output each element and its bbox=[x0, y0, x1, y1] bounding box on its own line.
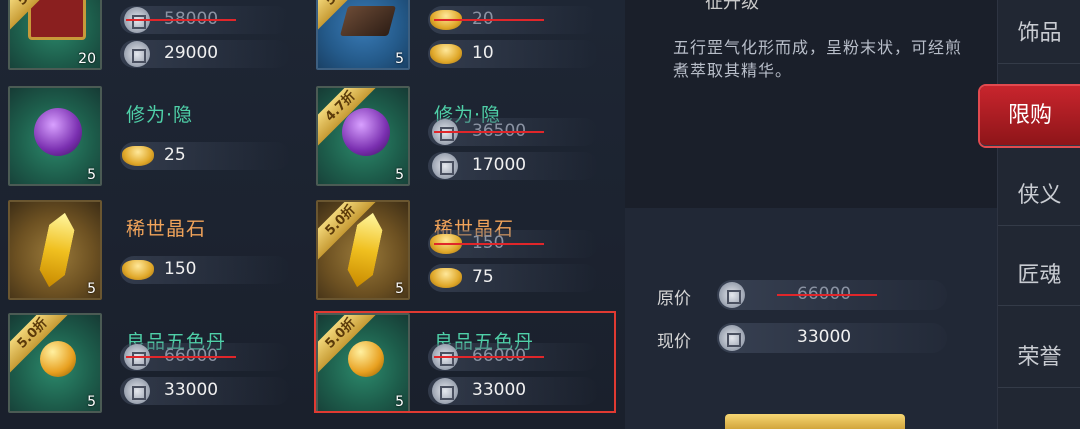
coin-icon bbox=[432, 153, 458, 179]
buy-button[interactable] bbox=[725, 414, 905, 429]
shop-item[interactable]: 5.0折 5 20 10 bbox=[308, 0, 608, 74]
item-name: 修为·隐 bbox=[126, 104, 194, 126]
price-row: 33000 bbox=[120, 377, 290, 405]
detail-current-price: 现价 33000 bbox=[657, 323, 957, 353]
gold-ingot-icon bbox=[122, 146, 154, 166]
item-icon-frame: 5.0折 20 bbox=[8, 0, 102, 70]
price-row: 29000 bbox=[120, 40, 290, 68]
shop-list: 5.0折 20 58000 29000 5.0折 5 20 10 bbox=[0, 0, 625, 429]
original-price-row: 20 bbox=[428, 6, 598, 34]
item-name: 稀世晶石 bbox=[126, 218, 207, 240]
tab-accessories[interactable]: 饰品 bbox=[998, 4, 1080, 64]
item-icon-frame: 4.7折 5 bbox=[316, 86, 410, 186]
original-price-row: 36500 bbox=[428, 118, 598, 146]
strike-line bbox=[434, 19, 544, 21]
strike-line bbox=[434, 243, 544, 245]
tab-chivalry[interactable]: 侠义 bbox=[998, 166, 1080, 226]
item-count: 5 bbox=[87, 281, 96, 297]
item-count: 5 bbox=[87, 167, 96, 183]
price: 150 bbox=[164, 259, 197, 279]
crystal-icon bbox=[36, 210, 77, 290]
purple-orb-icon bbox=[342, 108, 390, 156]
item-count: 5 bbox=[87, 394, 96, 410]
price: 10 bbox=[472, 43, 494, 63]
original-price-label: 原价 bbox=[657, 289, 691, 309]
item-count: 5 bbox=[395, 281, 404, 297]
gold-ingot-icon bbox=[430, 268, 462, 288]
price: 17000 bbox=[472, 155, 527, 175]
price-row: 150 bbox=[120, 256, 290, 284]
shop-item[interactable]: 5.0折 5 良品五色丹 66000 33000 bbox=[0, 313, 300, 417]
coin-icon bbox=[124, 378, 150, 404]
gold-ingot-icon bbox=[430, 44, 462, 64]
item-icon-frame: 5.0折 5 bbox=[316, 0, 410, 70]
gold-ingot-icon bbox=[122, 260, 154, 280]
tab-limited[interactable]: 限购 bbox=[980, 86, 1080, 146]
shop-item[interactable]: 5.0折 20 58000 29000 bbox=[0, 0, 300, 74]
price: 75 bbox=[472, 267, 494, 287]
coin-icon bbox=[124, 41, 150, 67]
original-price-row: 66000 bbox=[120, 343, 290, 371]
item-count: 20 bbox=[78, 51, 96, 67]
selection-highlight bbox=[314, 311, 616, 413]
coin-icon bbox=[719, 282, 745, 308]
item-count: 5 bbox=[395, 51, 404, 67]
strike-line bbox=[434, 131, 544, 133]
current-price-label: 现价 bbox=[657, 332, 691, 352]
category-tabs: 饰品 限购 侠义 匠魂 荣誉 bbox=[980, 0, 1080, 429]
shop-item[interactable]: 4.7折 5 修为·隐 36500 17000 bbox=[308, 86, 608, 190]
item-icon-frame: 5 bbox=[8, 86, 102, 186]
price-row: 75 bbox=[428, 264, 598, 292]
detail-heading: 征升级 bbox=[705, 0, 759, 13]
item-icon-frame: 5 bbox=[8, 200, 102, 300]
shop-item[interactable]: 5 稀世晶石 150 bbox=[0, 200, 300, 304]
original-price-row: 150 bbox=[428, 230, 598, 258]
purple-orb-icon bbox=[34, 108, 82, 156]
tab-craft-soul[interactable]: 匠魂 bbox=[998, 246, 1080, 306]
golden-pill-icon bbox=[40, 341, 76, 377]
price: 29000 bbox=[164, 43, 219, 63]
shop-item[interactable]: 5 修为·隐 25 bbox=[0, 86, 300, 190]
iron-ingot-icon bbox=[339, 6, 397, 36]
item-icon-frame: 5.0折 5 bbox=[8, 313, 102, 413]
coin-icon bbox=[719, 325, 745, 351]
item-detail-panel: 征升级 五行罡气化形而成，呈粉末状，可经煎煮萃取其精华。 原价 66000 现价… bbox=[625, 0, 997, 429]
price-row: 17000 bbox=[428, 152, 598, 180]
item-icon-frame: 5.0折 5 bbox=[316, 200, 410, 300]
price: 33000 bbox=[164, 380, 219, 400]
strike-line bbox=[777, 294, 877, 296]
price-row: 25 bbox=[120, 142, 290, 170]
item-count: 5 bbox=[395, 167, 404, 183]
strike-line bbox=[126, 19, 236, 21]
strike-line bbox=[126, 356, 236, 358]
price: 25 bbox=[164, 145, 186, 165]
shop-item[interactable]: 5.0折 5 稀世晶石 150 75 bbox=[308, 200, 608, 304]
detail-description: 五行罡气化形而成，呈粉末状，可经煎煮萃取其精华。 bbox=[673, 38, 963, 80]
current-price-value: 33000 bbox=[797, 327, 852, 347]
price-row: 10 bbox=[428, 40, 598, 68]
detail-description-area: 征升级 五行罡气化形而成，呈粉末状，可经煎煮萃取其精华。 bbox=[625, 0, 997, 208]
tab-honor[interactable]: 荣誉 bbox=[998, 328, 1080, 388]
treasure-chest-icon bbox=[28, 0, 86, 40]
original-price-row: 58000 bbox=[120, 6, 290, 34]
detail-original-price: 原价 66000 bbox=[657, 280, 957, 310]
